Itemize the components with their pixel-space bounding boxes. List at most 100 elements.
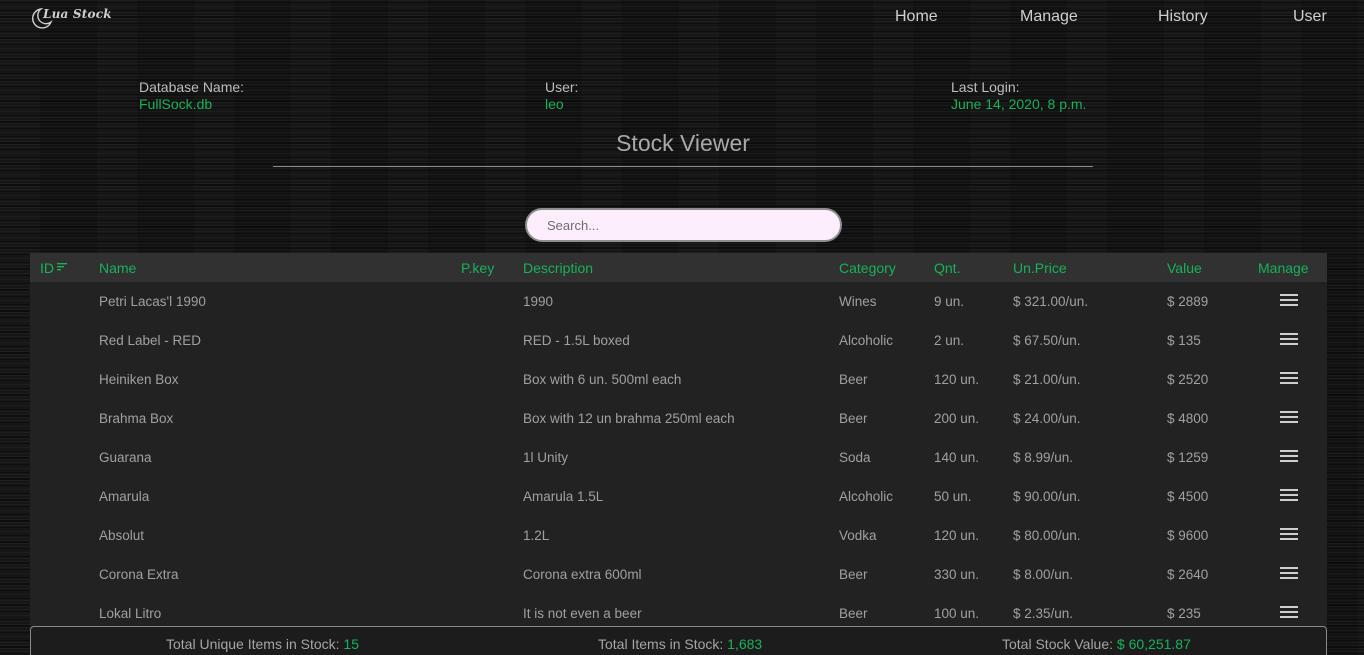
sort-lines-icon[interactable] xyxy=(57,263,67,271)
cell-qnt: 50 un. xyxy=(934,489,972,504)
table-row[interactable]: Brahma Box Box with 12 un brahma 250ml ea… xyxy=(30,399,1327,438)
cell-value: $ 2520 xyxy=(1167,372,1209,387)
cell-unprice: $ 24.00/un. xyxy=(1013,411,1081,426)
nav-user[interactable]: User xyxy=(1293,8,1327,26)
list-menu-icon[interactable] xyxy=(1280,489,1298,501)
total-items: Total Items in Stock: 1,683 xyxy=(598,636,762,652)
cell-category: Alcoholic xyxy=(839,489,894,504)
list-menu-icon[interactable] xyxy=(1280,411,1298,423)
cell-category: Beer xyxy=(839,372,868,387)
table-row[interactable]: Petri Lacas'l 1990 1990 Wines 9 un. $ 321.00… xyxy=(30,282,1327,321)
cell-description: 1990 xyxy=(523,294,554,309)
database-label: Database Name: xyxy=(139,79,245,95)
last-login-label: Last Login: xyxy=(951,79,1020,95)
last-login-info: Last Login: June 14, 2020, 8 p.m. xyxy=(951,79,1086,113)
table-row[interactable]: Lokal Litro It is not even a beer Beer 100 … xyxy=(30,594,1327,629)
cell-value: $ 4500 xyxy=(1167,489,1209,504)
title-divider xyxy=(273,166,1093,167)
cell-description: Box with 6 un. 500ml each xyxy=(523,372,682,387)
nav-home[interactable]: Home xyxy=(895,8,938,26)
cell-description: 1.2L xyxy=(523,528,550,543)
cell-qnt: 9 un. xyxy=(934,294,965,309)
table-row[interactable]: Guarana 1l Unity Soda 140 un. $ 8.99/un. $ 12… xyxy=(30,438,1327,477)
page-title: Stock Viewer xyxy=(616,130,750,156)
cell-unprice: $ 321.00/un. xyxy=(1013,294,1089,309)
header-description[interactable]: Description xyxy=(523,260,593,276)
header-qnt[interactable]: Qnt. xyxy=(934,260,960,276)
cell-category: Beer xyxy=(839,567,868,582)
total-items-label: Total Items in Stock: xyxy=(598,636,724,652)
database-info: Database Name: FullSock.db xyxy=(139,79,244,113)
list-menu-icon[interactable] xyxy=(1280,567,1298,579)
cell-qnt: 100 un. xyxy=(934,606,980,621)
header-category[interactable]: Category xyxy=(839,260,896,276)
total-value-amount: $ 60,251.87 xyxy=(1116,636,1191,652)
cell-qnt: 2 un. xyxy=(934,333,965,348)
cell-category: Beer xyxy=(839,606,868,621)
cell-name: Petri Lacas'l 1990 xyxy=(99,294,206,309)
cell-unprice: $ 2.35/un. xyxy=(1013,606,1074,621)
header-value[interactable]: Value xyxy=(1167,260,1202,276)
cell-description: It is not even a beer xyxy=(523,606,642,621)
header-name[interactable]: Name xyxy=(99,260,136,276)
app-logo[interactable]: Lua Stock xyxy=(29,5,119,33)
last-login-value: June 14, 2020, 8 p.m. xyxy=(951,96,1087,112)
cell-category: Vodka xyxy=(839,528,877,543)
cell-category: Alcoholic xyxy=(839,333,894,348)
cell-description: Amarula 1.5L xyxy=(523,489,604,504)
cell-name: Lokal Litro xyxy=(99,606,162,621)
list-menu-icon[interactable] xyxy=(1280,333,1298,345)
header-id-label: ID xyxy=(40,260,54,276)
total-unique-value: 15 xyxy=(343,636,359,652)
cell-name: Brahma Box xyxy=(99,411,174,426)
list-menu-icon[interactable] xyxy=(1280,294,1298,306)
cell-description: RED - 1.5L boxed xyxy=(523,333,630,348)
nav-manage[interactable]: Manage xyxy=(1020,8,1078,26)
total-value-label: Total Stock Value: xyxy=(1002,636,1114,652)
cell-unprice: $ 67.50/un. xyxy=(1013,333,1081,348)
table-row[interactable]: Red Label - RED RED - 1.5L boxed Alcoholic… xyxy=(30,321,1327,360)
cell-qnt: 120 un. xyxy=(934,528,980,543)
cell-unprice: $ 90.00/un. xyxy=(1013,489,1081,504)
logo-text: Lua Stock xyxy=(43,7,112,21)
cell-category: Soda xyxy=(839,450,871,465)
table-row[interactable]: Amarula Amarula 1.5L Alcoholic 50 un. $ 90.0… xyxy=(30,477,1327,516)
list-menu-icon[interactable] xyxy=(1280,606,1298,618)
cell-qnt: 330 un. xyxy=(934,567,980,582)
cell-name: Absolut xyxy=(99,528,145,543)
cell-name: Red Label - RED xyxy=(99,333,202,348)
list-menu-icon[interactable] xyxy=(1280,450,1298,462)
cell-unprice: $ 21.00/un. xyxy=(1013,372,1081,387)
user-label: User: xyxy=(545,79,579,95)
cell-description: 1l Unity xyxy=(523,450,569,465)
cell-value: $ 1259 xyxy=(1167,450,1209,465)
nav-history[interactable]: History xyxy=(1158,8,1208,26)
header-unprice[interactable]: Un.Price xyxy=(1013,260,1067,276)
user-name: leo xyxy=(545,96,564,112)
list-menu-icon[interactable] xyxy=(1280,372,1298,384)
cell-name: Amarula xyxy=(99,489,150,504)
total-value: Total Stock Value: $ 60,251.87 xyxy=(1002,636,1191,652)
search-input[interactable] xyxy=(525,208,842,242)
total-unique-label: Total Unique Items in Stock: xyxy=(166,636,340,652)
totals-bar: Total Unique Items in Stock: 15 Total It… xyxy=(30,626,1327,655)
list-menu-icon[interactable] xyxy=(1280,528,1298,540)
cell-unprice: $ 8.00/un. xyxy=(1013,567,1074,582)
cell-name: Guarana xyxy=(99,450,152,465)
stock-table: ID Name P.key Description Category Qnt. … xyxy=(30,253,1327,629)
cell-unprice: $ 8.99/un. xyxy=(1013,450,1074,465)
table-row[interactable]: Corona Extra Corona extra 600ml Beer 330 un… xyxy=(30,555,1327,594)
cell-name: Heiniken Box xyxy=(99,372,179,387)
table-row[interactable]: Heiniken Box Box with 6 un. 500ml each Bee… xyxy=(30,360,1327,399)
cell-category: Beer xyxy=(839,411,868,426)
table-row[interactable]: Absolut 1.2L Vodka 120 un. $ 80.00/un. $ 9600 xyxy=(30,516,1327,555)
cell-category: Wines xyxy=(839,294,877,309)
cell-description: Box with 12 un brahma 250ml each xyxy=(523,411,735,426)
header-pkey[interactable]: P.key xyxy=(461,260,494,276)
cell-value: $ 4800 xyxy=(1167,411,1209,426)
database-name: FullSock.db xyxy=(139,96,213,112)
table-header: ID Name P.key Description Category Qnt. … xyxy=(30,253,1327,282)
cell-qnt: 200 un. xyxy=(934,411,980,426)
header-id[interactable]: ID xyxy=(40,260,67,276)
cell-value: $ 135 xyxy=(1167,333,1201,348)
